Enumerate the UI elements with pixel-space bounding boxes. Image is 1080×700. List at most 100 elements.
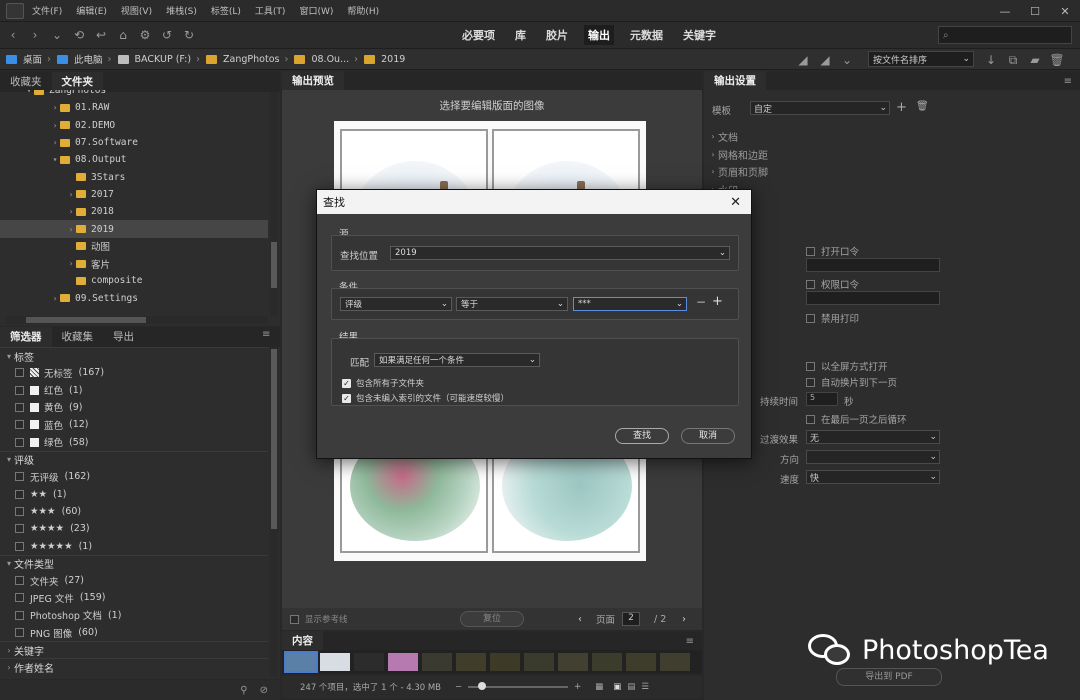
prev-page-icon[interactable]: ‹ [578,614,582,625]
filter-checkbox[interactable] [15,541,24,551]
folder-tree-item[interactable]: › 2018 [0,203,268,220]
tab-folders[interactable]: 文件夹 [51,72,103,92]
refine-icon[interactable]: ⚙ [136,26,154,44]
duration-input[interactable]: 5 [806,392,838,406]
disable-print-checkbox[interactable] [806,313,815,323]
thumbnail[interactable] [592,653,622,671]
forward-icon[interactable]: › [26,26,44,44]
settings-section[interactable]: › 页眉和页脚 [708,163,1008,181]
speed-select[interactable]: 快 ⌄ [806,470,940,484]
breadcrumb-item[interactable]: 08.Ou... [311,54,349,65]
permission-password-field[interactable] [806,291,940,305]
sort-select[interactable]: 按文件名排序 ⌄ [868,51,974,67]
settings-section[interactable]: › 网格和边距 [708,146,1008,164]
thumbnail[interactable] [354,653,384,671]
breadcrumb-item[interactable]: ZangPhotos [223,54,279,65]
filter-checkbox[interactable] [15,524,24,534]
chevron-right-icon[interactable]: › [66,225,76,234]
permission-password-checkbox[interactable] [806,279,815,289]
workspace-tab[interactable]: 库 [511,25,530,45]
thumbnail[interactable] [320,653,350,671]
thumbnail[interactable] [422,653,452,671]
tab-output-preview[interactable]: 输出预览 [282,71,344,91]
open-password-field[interactable] [806,258,940,272]
minimize-icon[interactable]: — [990,5,1020,18]
rotate-right-icon[interactable]: ↻ [180,26,198,44]
filter-item[interactable]: 无评级 (162) [0,468,268,485]
menu-item[interactable]: 帮助(H) [347,4,379,17]
criteria-field-select[interactable]: 评级 ⌄ [340,297,452,311]
rotate-left-icon[interactable]: ↺ [158,26,176,44]
rating-filter-icon[interactable]: ◢ [794,51,812,69]
folder-tree-item[interactable]: › 2017 [0,186,268,203]
include-subfolders-checkbox[interactable]: ✓ [342,378,351,388]
get-photos-icon[interactable]: ⌂ [114,26,132,44]
filter-checkbox[interactable] [15,610,24,620]
folder-tree-item[interactable]: › 07.Software [0,134,268,151]
filter-checkbox[interactable] [15,368,24,378]
direction-select[interactable]: ⌄ [806,450,940,464]
filter-item[interactable]: JPEG 文件 (159) [0,589,268,606]
search-input[interactable]: ⌕ [938,26,1072,44]
add-criteria-icon[interactable]: + [712,294,723,309]
thumbnail-size-slider[interactable] [468,682,569,690]
workspace-tab[interactable]: 必要项 [458,25,499,45]
tab-output-settings[interactable]: 输出设置 [704,71,766,91]
back-icon[interactable]: ‹ [4,26,22,44]
open-password-checkbox[interactable] [806,246,815,256]
folder-tree-item[interactable]: › 01.RAW [0,99,268,116]
chevron-down-icon[interactable]: ▾ [24,90,34,95]
filter-checkbox[interactable] [15,472,24,482]
workspace-tab[interactable]: 关键字 [679,25,720,45]
zoom-in-icon[interactable]: + [574,682,581,692]
workspace-tab[interactable]: 胶片 [542,25,572,45]
filter-checkbox[interactable] [15,437,24,447]
details-view-icon[interactable]: ▤ [627,682,635,692]
folder-tree-item[interactable]: 3Stars [0,168,268,185]
thumbnail[interactable] [524,653,554,671]
menu-item[interactable]: 堆栈(S) [166,4,197,17]
lookin-select[interactable]: 2019 ⌄ [390,246,730,260]
filter-item[interactable]: Photoshop 文档 (1) [0,607,268,624]
folder-tree-item[interactable]: ▾ 08.Output [0,151,268,168]
filter-item[interactable]: ★★★★ (23) [0,520,268,537]
tab-favorites[interactable]: 收藏夹 [0,72,52,92]
thumbnail[interactable] [388,653,418,671]
chevron-right-icon[interactable]: › [50,294,60,303]
filter-checkbox[interactable] [15,628,24,638]
panel-menu-icon[interactable]: ≡ [1064,76,1072,87]
remove-criteria-icon[interactable]: − [696,295,706,309]
filter-checkbox[interactable] [15,576,24,586]
tab-filter-0[interactable]: 筛选器 [0,327,52,347]
close-icon[interactable]: ✕ [730,195,741,210]
match-select[interactable]: 如果满足任何一个条件 ⌄ [374,353,540,367]
folder-tree-item[interactable]: composite [0,272,268,289]
thumbnail[interactable] [456,653,486,671]
show-guides-checkbox[interactable] [290,614,299,624]
thumbnail[interactable] [284,651,318,673]
folder-tree-item[interactable]: ▾ ZangPhotos [0,90,268,99]
settings-section[interactable]: › 文档 [708,128,1008,146]
menu-item[interactable]: 标签(L) [211,4,241,17]
new-folder-icon[interactable]: ▰ [1026,51,1044,69]
breadcrumb-item[interactable]: 2019 [381,54,405,65]
grid-view-icon[interactable]: ▦ [595,682,603,692]
thumbnail[interactable] [490,653,520,671]
filter-checkbox[interactable] [15,593,24,603]
filter-checkbox[interactable] [15,506,24,516]
filter-checkbox[interactable] [15,402,24,412]
thumbnail[interactable] [558,653,588,671]
include-nonindexed-checkbox[interactable]: ✓ [342,393,351,403]
fullscreen-checkbox[interactable] [806,361,815,371]
filter-group-heading[interactable]: ▾ 标签 [0,347,268,364]
thumbnail-view-icon[interactable]: ▣ [613,682,621,692]
filter-item[interactable]: 蓝色 (12) [0,416,268,433]
chevron-right-icon[interactable]: › [50,121,60,130]
filter-item[interactable]: ★★ (1) [0,485,268,502]
settings-section[interactable]: ›水印 [708,181,1008,199]
criteria-value-select[interactable]: *** ⌄ [573,297,687,311]
sort-direction-icon[interactable]: ↓ [982,51,1000,69]
auto-advance-checkbox[interactable] [806,377,815,387]
filter-item[interactable]: 绿色 (58) [0,434,268,451]
workspace-tab[interactable]: 元数据 [626,25,667,45]
